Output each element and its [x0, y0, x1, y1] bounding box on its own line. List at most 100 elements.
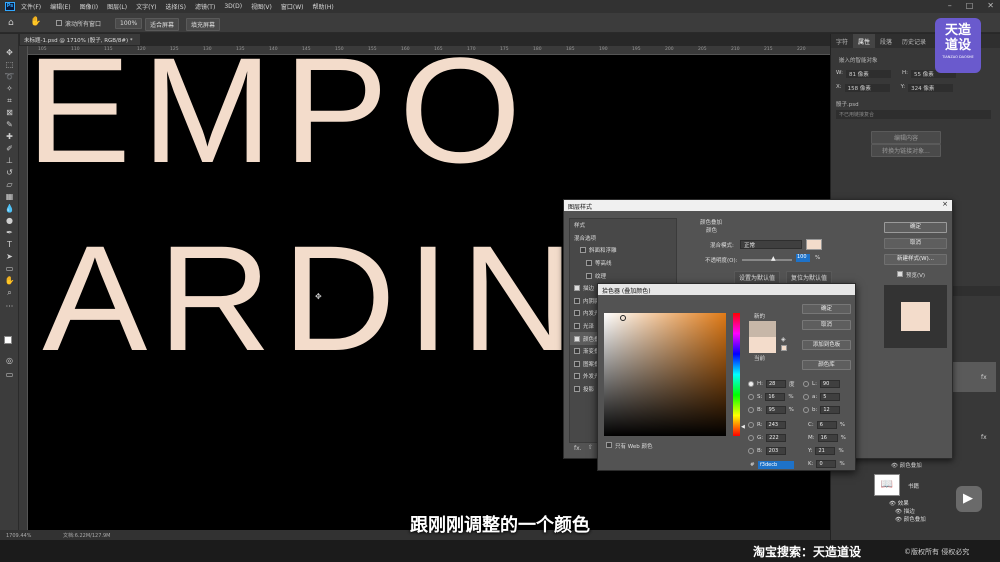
- frame-tool-icon[interactable]: ⊠: [4, 108, 15, 118]
- close-window-icon[interactable]: ✕: [987, 1, 994, 10]
- blue-radio[interactable]: [748, 448, 754, 454]
- gradient-tool-icon[interactable]: ▦: [4, 192, 15, 202]
- layer-name-books[interactable]: 书籍: [908, 482, 919, 490]
- eyedropper-icon[interactable]: ✎: [4, 120, 15, 130]
- blue-field[interactable]: 203: [765, 447, 786, 455]
- a-radio[interactable]: [803, 394, 809, 400]
- menu-filter[interactable]: 滤镜(T): [195, 2, 215, 11]
- color-field[interactable]: [604, 313, 726, 436]
- w-field[interactable]: 81 像素: [845, 70, 891, 78]
- close-icon[interactable]: ×: [942, 200, 948, 208]
- screen-mode-icon[interactable]: ▭: [4, 370, 15, 380]
- blend-mode-select[interactable]: 正常: [740, 240, 802, 249]
- fx-item-checkbox[interactable]: [574, 373, 580, 380]
- layer-thumbnail[interactable]: 📖: [874, 474, 900, 496]
- menu-edit[interactable]: 编辑(E): [50, 2, 70, 11]
- menu-select[interactable]: 选择(S): [165, 2, 186, 11]
- tab-history[interactable]: 历史记录: [897, 34, 931, 48]
- ok-button[interactable]: 确定: [884, 222, 947, 233]
- hue-slider[interactable]: [733, 313, 740, 436]
- magic-wand-icon[interactable]: ✧: [4, 84, 15, 94]
- fx-footer[interactable]: fx.: [574, 445, 582, 452]
- menu-image[interactable]: 图像(I): [80, 2, 98, 11]
- m-field[interactable]: 16: [817, 434, 838, 442]
- home-icon[interactable]: ⌂: [8, 18, 14, 28]
- marquee-tool-icon[interactable]: ⬚: [4, 60, 15, 70]
- h-radio[interactable]: [748, 381, 754, 387]
- type-tool-icon[interactable]: T: [4, 240, 15, 250]
- document-tab[interactable]: 未标题-1.psd @ 1710% (骰子, RGB/8#) *: [20, 34, 140, 45]
- tab-paragraph[interactable]: 段落: [875, 34, 897, 48]
- g-field[interactable]: 222: [766, 434, 787, 442]
- maximize-icon[interactable]: □: [966, 1, 974, 10]
- tab-character[interactable]: 字符: [831, 34, 853, 48]
- opacity-field[interactable]: 100: [796, 254, 810, 262]
- fx-item-checkbox[interactable]: [574, 386, 580, 393]
- link-select[interactable]: 不已用链接复合: [836, 110, 991, 119]
- move-up-icon[interactable]: ⇧: [588, 444, 593, 451]
- a-field[interactable]: 5: [820, 393, 841, 401]
- fx-item[interactable]: 纹理: [570, 269, 676, 282]
- current-color-swatch[interactable]: [749, 337, 776, 353]
- hand-icon[interactable]: ✋: [4, 276, 15, 286]
- fx-item[interactable]: 混合选项: [570, 232, 676, 245]
- zoom-100-button[interactable]: 100%: [115, 18, 143, 29]
- h-field[interactable]: 28: [766, 380, 786, 388]
- hue-slider-handle-icon[interactable]: ◀: [741, 424, 745, 430]
- photoshop-logo-icon[interactable]: Ps: [5, 2, 15, 11]
- g-radio[interactable]: [748, 435, 754, 441]
- k-field[interactable]: 0: [816, 460, 837, 468]
- fx-item-checkbox[interactable]: [574, 335, 580, 342]
- dodge-tool-icon[interactable]: ●: [4, 216, 15, 226]
- brush-tool-icon[interactable]: ✐: [4, 144, 15, 154]
- blur-tool-icon[interactable]: 💧: [4, 204, 15, 214]
- zoom-tool-icon[interactable]: ⌕: [4, 288, 15, 298]
- lab-b-radio[interactable]: [803, 407, 809, 413]
- menu-layer[interactable]: 图层(L): [107, 2, 127, 11]
- r-field[interactable]: 243: [765, 421, 786, 429]
- eye-icon[interactable]: 👁: [891, 463, 898, 469]
- scroll-all-checkbox[interactable]: [56, 20, 62, 26]
- eraser-icon[interactable]: ▱: [4, 180, 15, 190]
- y-field[interactable]: 324 像素: [908, 84, 954, 92]
- fx-item-checkbox[interactable]: [574, 310, 580, 317]
- fit-screen-button[interactable]: 适合屏幕: [145, 18, 180, 31]
- cancel-button[interactable]: 取消: [884, 238, 947, 249]
- crop-tool-icon[interactable]: ⌗: [4, 96, 15, 106]
- pen-tool-icon[interactable]: ✒: [4, 228, 15, 238]
- history-brush-icon[interactable]: ↺: [4, 168, 15, 178]
- web-only-checkbox[interactable]: [606, 442, 612, 448]
- convert-linked-button[interactable]: 转换为链接对象...: [871, 144, 941, 157]
- web-safe-swatch[interactable]: [781, 345, 787, 351]
- overlay-color-swatch[interactable]: [806, 239, 822, 250]
- l-field[interactable]: 90: [819, 380, 840, 388]
- tab-properties[interactable]: 属性: [853, 34, 876, 48]
- lasso-tool-icon[interactable]: ➰: [4, 72, 15, 82]
- color-libraries-button[interactable]: 颜色库: [802, 360, 851, 370]
- fx-item-checkbox[interactable]: [574, 323, 580, 330]
- menu-help[interactable]: 帮助(H): [313, 2, 334, 11]
- menu-type[interactable]: 文字(Y): [136, 2, 156, 11]
- fx-item-checkbox[interactable]: [586, 260, 592, 267]
- foreground-color-swatch[interactable]: [4, 336, 12, 344]
- fx-item-checkbox[interactable]: [574, 348, 580, 355]
- menu-view[interactable]: 视图(V): [251, 2, 272, 11]
- b-field[interactable]: 95: [765, 406, 786, 414]
- quick-mask-icon[interactable]: ◎: [4, 356, 15, 366]
- cp-ok-button[interactable]: 确定: [802, 304, 851, 314]
- healing-brush-icon[interactable]: ✚: [4, 132, 15, 142]
- menu-file[interactable]: 文件(F): [21, 2, 41, 11]
- hex-field[interactable]: f3decb: [758, 461, 794, 469]
- new-style-button[interactable]: 新建样式(W)...: [884, 254, 947, 265]
- layer-effect-color-overlay[interactable]: 👁 颜色叠加: [891, 461, 922, 469]
- fx-item-checkbox[interactable]: [586, 272, 592, 279]
- c-field[interactable]: 6: [816, 421, 837, 429]
- fill-screen-button[interactable]: 填充屏幕: [186, 18, 221, 31]
- gamut-warning-icon[interactable]: ◈: [781, 336, 786, 343]
- s-field[interactable]: 16: [765, 393, 786, 401]
- fx-item-checkbox[interactable]: [574, 297, 580, 304]
- color-field-picker-icon[interactable]: [620, 315, 626, 321]
- preview-checkbox[interactable]: [897, 271, 903, 277]
- add-to-swatches-button[interactable]: 添加到色板: [802, 340, 851, 350]
- eye-icon[interactable]: 👁: [889, 501, 896, 507]
